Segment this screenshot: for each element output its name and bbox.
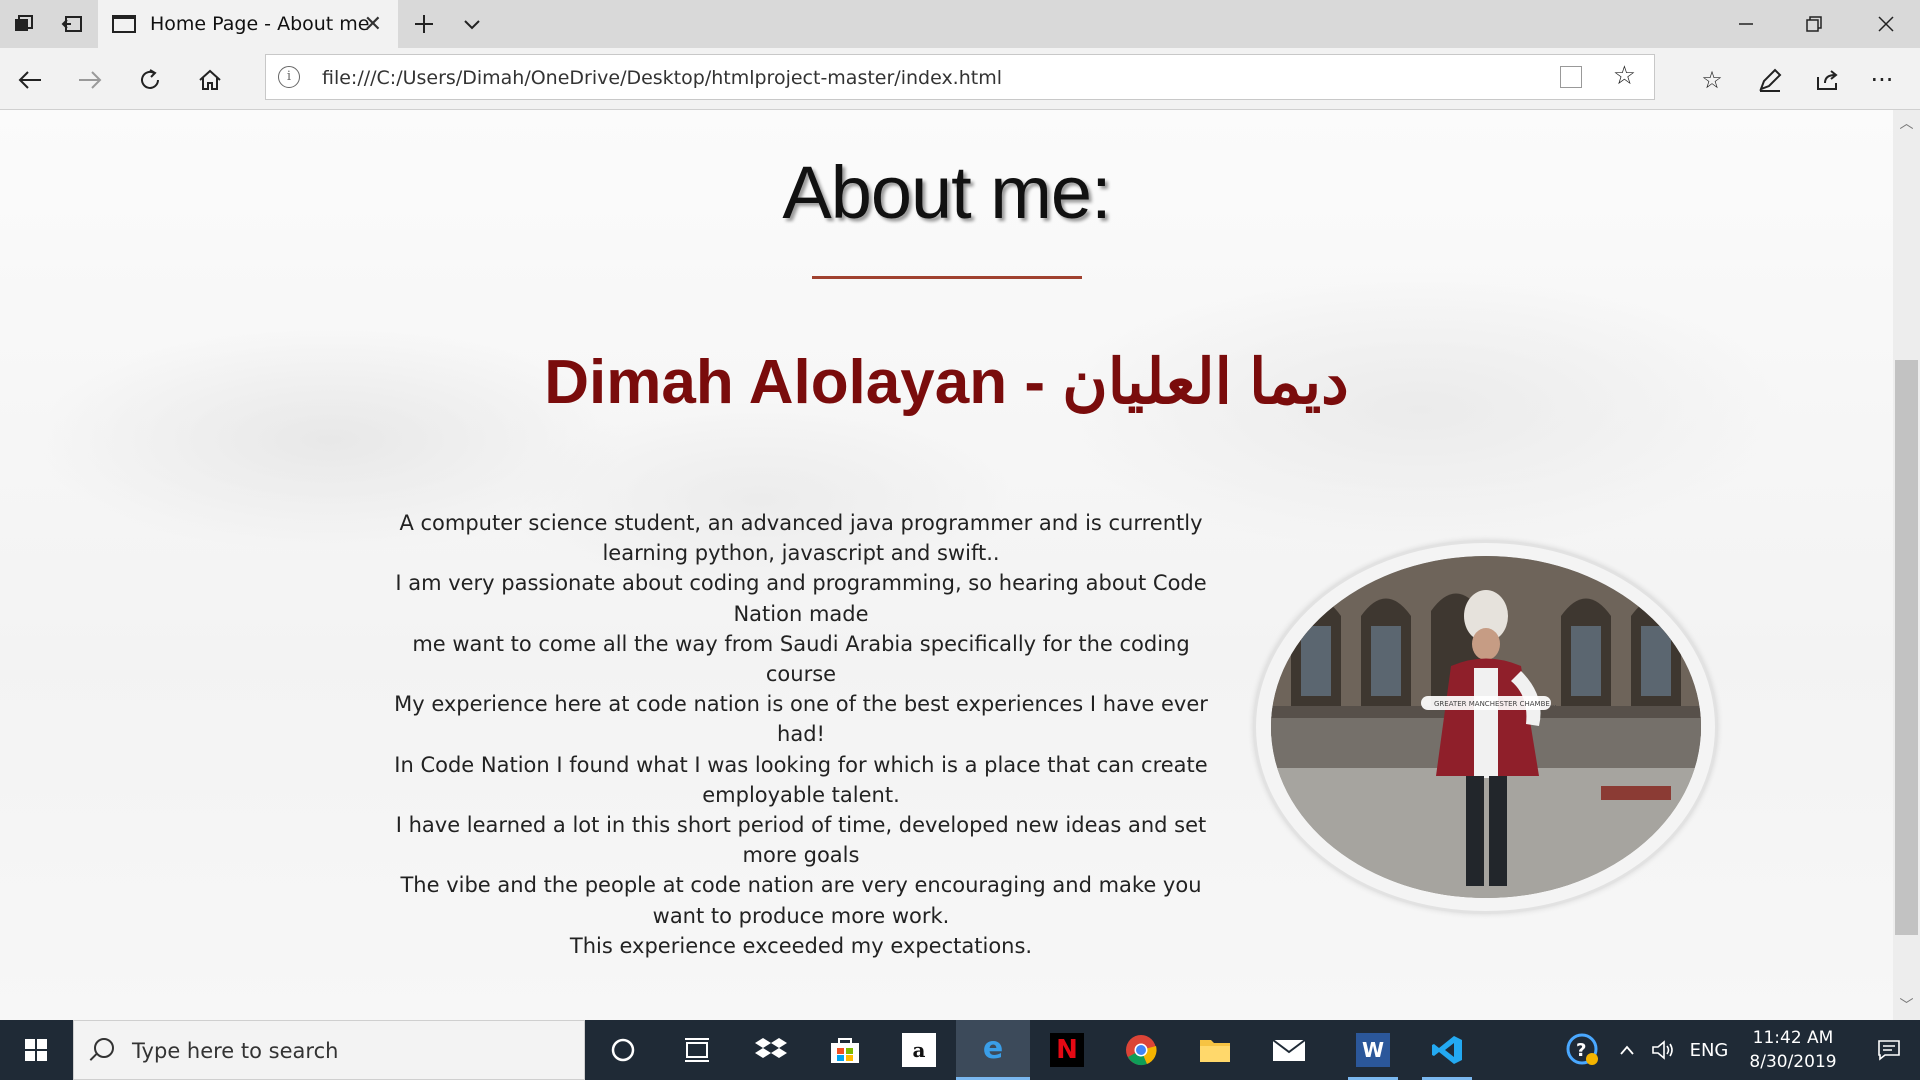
page-title: About me: <box>782 151 1111 234</box>
notes-pen-icon[interactable] <box>1746 56 1794 104</box>
address-bar[interactable]: i file:///C:/Users/Dimah/OneDrive/Deskto… <box>265 54 1655 100</box>
system-clock[interactable]: 11:42 AM 8/30/2019 <box>1728 1026 1858 1074</box>
clock-date: 8/30/2019 <box>1749 1052 1837 1072</box>
bio-line: This experience exceeded my expectations… <box>569 933 1033 958</box>
cortana-icon[interactable] <box>586 1020 660 1080</box>
set-aside-tabs-icon[interactable] <box>48 0 96 48</box>
back-icon[interactable] <box>6 56 54 104</box>
share-icon[interactable] <box>1804 56 1852 104</box>
scroll-down-icon[interactable]: ﹀ <box>1893 992 1920 1020</box>
vscode-icon[interactable] <box>1410 1020 1484 1080</box>
browser-tab-bar: Home Page - About me ✕ <box>0 0 1920 48</box>
store-icon[interactable] <box>808 1020 882 1080</box>
show-hidden-icons-chevron-icon[interactable] <box>1612 1020 1642 1080</box>
netflix-icon[interactable]: N <box>1030 1020 1104 1080</box>
search-placeholder: Type here to search <box>132 1039 339 1063</box>
page-icon <box>112 15 136 33</box>
new-tab-icon[interactable] <box>400 0 448 48</box>
info-icon[interactable]: i <box>278 66 300 88</box>
bio-line: The vibe and the people at code nation a… <box>400 873 1202 928</box>
mail-icon[interactable] <box>1252 1020 1326 1080</box>
help-icon[interactable]: ? <box>1560 1020 1606 1080</box>
photo-location-tag: GREATER MANCHESTER CHAMBE... <box>1434 700 1557 708</box>
bio-line: A computer science student, an advanced … <box>399 511 1203 566</box>
word-icon[interactable]: W <box>1336 1020 1410 1080</box>
profile-photo: GREATER MANCHESTER CHAMBE... <box>1271 556 1701 898</box>
search-icon <box>94 1038 114 1058</box>
bio-line: I have learned a lot in this short perio… <box>395 813 1207 868</box>
bio-line: In Code Nation I found what I was lookin… <box>394 752 1208 807</box>
volume-icon[interactable] <box>1646 1020 1680 1080</box>
forward-icon[interactable] <box>66 56 114 104</box>
refresh-icon[interactable] <box>126 56 174 104</box>
reading-view-icon[interactable] <box>1560 66 1582 88</box>
restore-icon[interactable] <box>1780 0 1848 48</box>
input-language[interactable]: ENG <box>1684 1020 1734 1080</box>
scroll-thumb[interactable] <box>1895 360 1918 935</box>
task-view-icon[interactable] <box>660 1020 734 1080</box>
taskbar-search-box[interactable]: Type here to search <box>73 1020 585 1080</box>
svg-text:?: ? <box>1576 1040 1586 1061</box>
bio-line: My experience here at code nation is one… <box>394 692 1208 747</box>
profile-photo-frame: GREATER MANCHESTER CHAMBE... <box>1253 540 1718 914</box>
page-scrollbar[interactable]: ︿ ﹀ <box>1893 110 1920 1020</box>
edge-icon[interactable]: e <box>956 1020 1030 1080</box>
bio-text: A computer science student, an advanced … <box>388 508 1214 961</box>
tab-preview-chevron-icon[interactable] <box>448 0 496 48</box>
close-tab-icon[interactable]: ✕ <box>364 12 382 37</box>
start-button[interactable] <box>0 1020 72 1080</box>
favorite-star-icon[interactable]: ☆ <box>1613 61 1636 91</box>
close-window-icon[interactable] <box>1852 0 1920 48</box>
clock-time: 11:42 AM <box>1752 1028 1834 1048</box>
windows-logo-icon <box>25 1039 47 1061</box>
amazon-icon[interactable]: a <box>882 1020 956 1080</box>
page-viewport: About me: Dimah Alolayan - ديما العليان … <box>0 110 1893 1020</box>
url-text[interactable]: file:///C:/Users/Dimah/OneDrive/Desktop/… <box>322 67 1002 89</box>
tab-home-page[interactable]: Home Page - About me ✕ <box>98 0 398 48</box>
minimize-icon[interactable] <box>1712 0 1780 48</box>
heading-divider <box>812 276 1082 279</box>
bio-line: I am very passionate about coding and pr… <box>395 571 1207 626</box>
more-options-icon[interactable]: ··· <box>1858 56 1906 104</box>
scroll-up-icon[interactable]: ︿ <box>1893 110 1920 138</box>
author-name: Dimah Alolayan - ديما العليان <box>544 348 1349 417</box>
chrome-icon[interactable] <box>1104 1020 1178 1080</box>
file-explorer-icon[interactable] <box>1178 1020 1252 1080</box>
action-center-icon[interactable] <box>1862 1020 1916 1080</box>
bio-line: me want to come all the way from Saudi A… <box>412 631 1190 687</box>
home-icon[interactable] <box>186 56 234 104</box>
favorites-list-icon[interactable]: ☆ <box>1688 56 1736 104</box>
dropbox-icon[interactable] <box>734 1020 808 1080</box>
browser-nav-bar: i file:///C:/Users/Dimah/OneDrive/Deskto… <box>0 48 1920 110</box>
tab-actions-icon[interactable] <box>0 0 48 48</box>
tab-title: Home Page - About me <box>150 13 370 35</box>
windows-taskbar: Type here to search a e N W ? ENG 11:42 … <box>0 1020 1920 1080</box>
